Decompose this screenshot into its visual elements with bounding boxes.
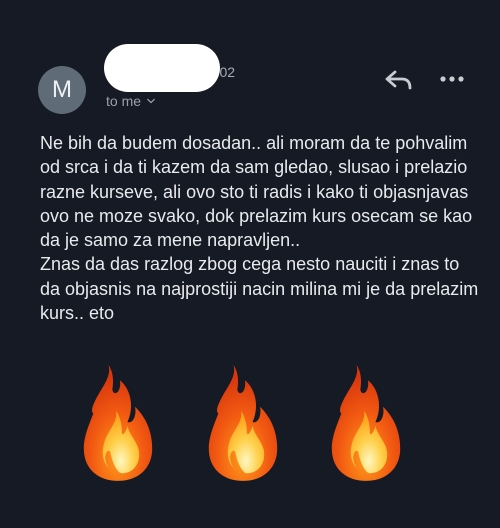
avatar-initial: M [52,76,72,103]
chevron-down-icon [147,98,155,104]
more-horizontal-icon[interactable] [440,74,464,84]
fire-icon [208,365,278,481]
recipient-label: to me [106,93,142,109]
recipient-toggle[interactable]: to me [106,93,155,109]
redacted-sender-name [104,44,220,92]
reply-icon[interactable] [384,68,414,94]
message-body: Ne bih da budem dosadan.. ali moram da t… [40,131,480,325]
message-header: M 14:02 to me [0,0,500,120]
fire-icon [83,365,153,481]
message-paragraph: Znas da das razlog zbog cega nesto nauci… [40,254,479,324]
message-paragraph: Ne bih da budem dosadan.. ali moram da t… [40,133,473,251]
fire-icon [331,365,401,481]
sender-avatar[interactable]: M [38,66,86,114]
fire-emoji-row [0,360,500,490]
